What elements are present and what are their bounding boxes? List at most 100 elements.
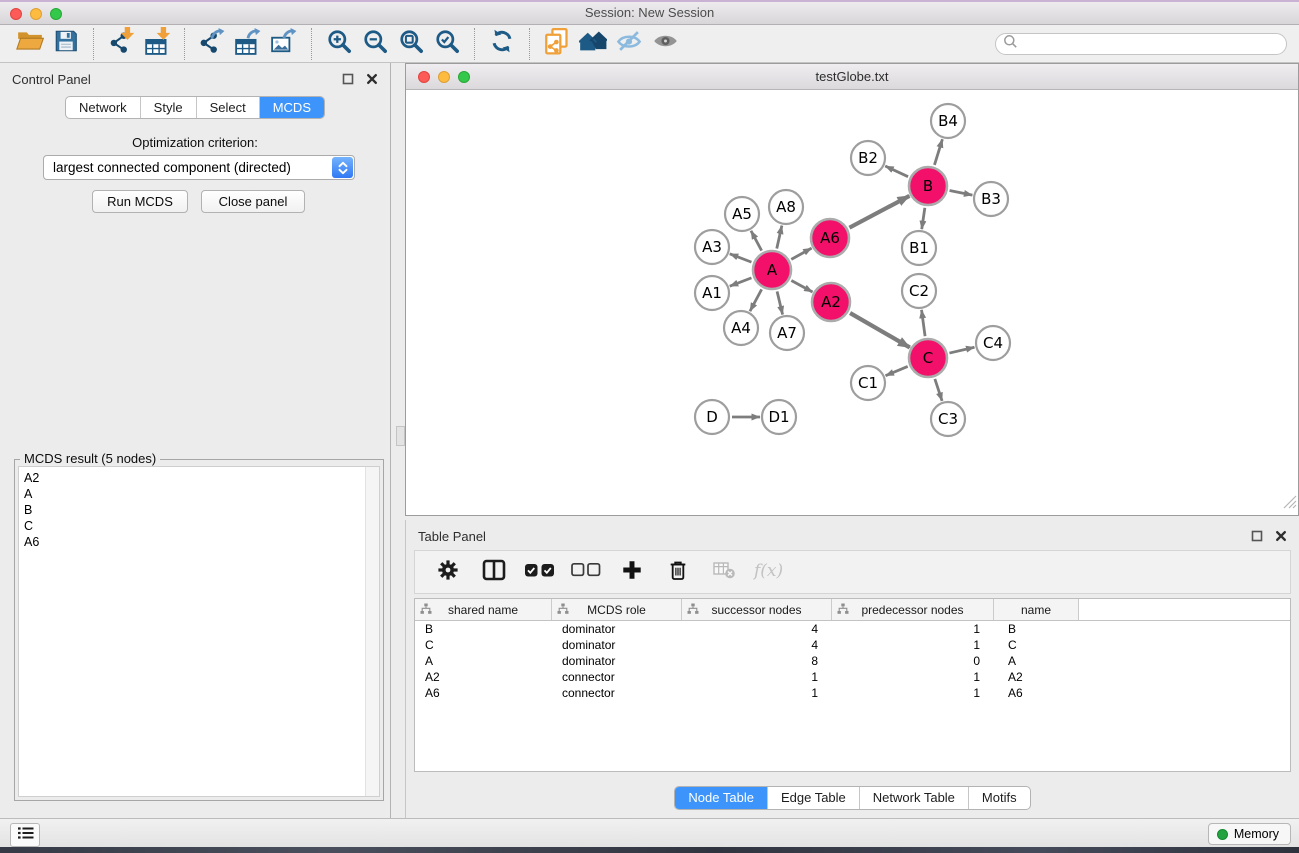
import-table-button[interactable] [139,28,175,60]
node-A5[interactable]: A5 [725,197,759,231]
show-graphics-details-button[interactable] [647,28,683,60]
new-network-from-selection-button[interactable] [539,28,575,60]
add-row-button[interactable] [613,555,651,589]
zoom-selected-button[interactable] [429,28,465,60]
tab-motifs[interactable]: Motifs [968,787,1030,809]
table-cell[interactable]: B [994,621,1079,637]
node-A8[interactable]: A8 [769,190,803,224]
network-graph[interactable]: B4B2BB3A8A5A6A3B1AC2A1A2A4A7C4CC1C3DD1 [406,89,1298,515]
hide-graphics-details-button[interactable] [611,28,647,60]
edge-A-A4[interactable] [750,289,762,311]
edge-B-B4[interactable] [934,139,942,165]
node-A[interactable]: A [753,251,791,289]
mcds-result-item[interactable]: C [19,518,379,534]
mcds-result-item[interactable]: A [19,486,379,502]
table-cell[interactable]: 0 [832,653,994,669]
save-session-button[interactable] [48,28,84,60]
resize-grip-icon[interactable] [1283,495,1297,514]
table-cell[interactable]: C [994,637,1079,653]
edge-B-B1[interactable] [922,208,925,229]
close-table-panel-icon[interactable] [1275,529,1287,547]
zoom-in-button[interactable] [321,28,357,60]
column-header-MCDS-role[interactable]: MCDS role [552,599,682,620]
edge-A-A3[interactable] [730,254,752,262]
node-C3[interactable]: C3 [931,402,965,436]
mcds-result-item[interactable]: A6 [19,534,379,550]
column-header-predecessor-nodes[interactable]: predecessor nodes [832,599,994,620]
node-B2[interactable]: B2 [851,141,885,175]
select-all-button[interactable] [521,555,559,589]
node-A7[interactable]: A7 [770,316,804,350]
edge-A-A1[interactable] [730,278,752,286]
table-cell[interactable]: dominator [552,653,682,669]
column-header-successor-nodes[interactable]: successor nodes [682,599,832,620]
table-row[interactable]: Cdominator41C [415,637,1290,653]
close-panel-icon[interactable] [366,72,378,90]
network-close-button[interactable] [418,71,430,83]
table-cell[interactable]: 1 [682,669,832,685]
tab-style[interactable]: Style [140,97,196,118]
table-cell[interactable]: A6 [994,685,1079,701]
node-D1[interactable]: D1 [762,400,796,434]
edge-C-C1[interactable] [886,366,908,375]
float-panel-icon[interactable] [342,72,354,90]
import-network-button[interactable] [103,28,139,60]
node-B1[interactable]: B1 [902,231,936,265]
edge-A-A6[interactable] [791,248,811,259]
table-cell[interactable]: 1 [832,621,994,637]
refresh-button[interactable] [484,28,520,60]
table-cell[interactable]: 1 [832,637,994,653]
mcds-result-item[interactable]: B [19,502,379,518]
node-A6[interactable]: A6 [811,219,849,257]
result-list-scrollbar[interactable] [365,467,379,796]
table-row[interactable]: A2connector11A2 [415,669,1290,685]
tab-network[interactable]: Network [66,97,140,118]
edge-B-B2[interactable] [885,166,908,177]
table-cell[interactable]: A [415,653,552,669]
column-header-name[interactable]: name [994,599,1079,620]
edge-A2-C[interactable] [850,313,910,348]
float-table-panel-icon[interactable] [1251,529,1263,547]
memory-button[interactable]: Memory [1208,823,1291,845]
edge-A-A7[interactable] [777,291,783,314]
node-A4[interactable]: A4 [724,311,758,345]
table-cell[interactable]: 4 [682,637,832,653]
edge-A-A8[interactable] [777,226,782,249]
table-cell[interactable]: connector [552,685,682,701]
minimize-window-button[interactable] [30,8,42,20]
task-history-button[interactable] [10,823,40,847]
table-cell[interactable]: A6 [415,685,552,701]
column-header-shared-name[interactable]: shared name [415,599,552,620]
node-A1[interactable]: A1 [695,276,729,310]
network-minimize-button[interactable] [438,71,450,83]
node-B3[interactable]: B3 [974,182,1008,216]
table-cell[interactable]: 4 [682,621,832,637]
network-canvas[interactable]: B4B2BB3A8A5A6A3B1AC2A1A2A4A7C4CC1C3DD1 [406,89,1298,515]
deselect-all-button[interactable] [567,555,605,589]
node-B4[interactable]: B4 [931,104,965,138]
delete-row-button[interactable] [659,555,697,589]
table-cell[interactable]: dominator [552,637,682,653]
zoom-fit-button[interactable] [393,28,429,60]
close-panel-button[interactable]: Close panel [201,190,305,213]
criterion-dropdown[interactable]: largest connected component (directed) [43,155,355,180]
node-C4[interactable]: C4 [976,326,1010,360]
table-cell[interactable]: 1 [832,669,994,685]
table-row[interactable]: Bdominator41B [415,621,1290,637]
table-cell[interactable]: C [415,637,552,653]
edge-C-C4[interactable] [949,347,974,353]
node-C1[interactable]: C1 [851,366,885,400]
node-A2[interactable]: A2 [812,283,850,321]
table-row[interactable]: Adominator80A [415,653,1290,669]
search-input[interactable] [1022,36,1276,52]
settings-button[interactable] [429,555,467,589]
zoom-window-button[interactable] [50,8,62,20]
tab-select[interactable]: Select [196,97,259,118]
tab-network-table[interactable]: Network Table [859,787,968,809]
table-cell[interactable]: 8 [682,653,832,669]
export-image-button[interactable] [266,28,302,60]
edge-A6-B[interactable] [849,196,909,228]
tab-node-table[interactable]: Node Table [675,787,767,809]
search-box[interactable] [995,33,1287,55]
edge-A-A2[interactable] [791,280,812,291]
